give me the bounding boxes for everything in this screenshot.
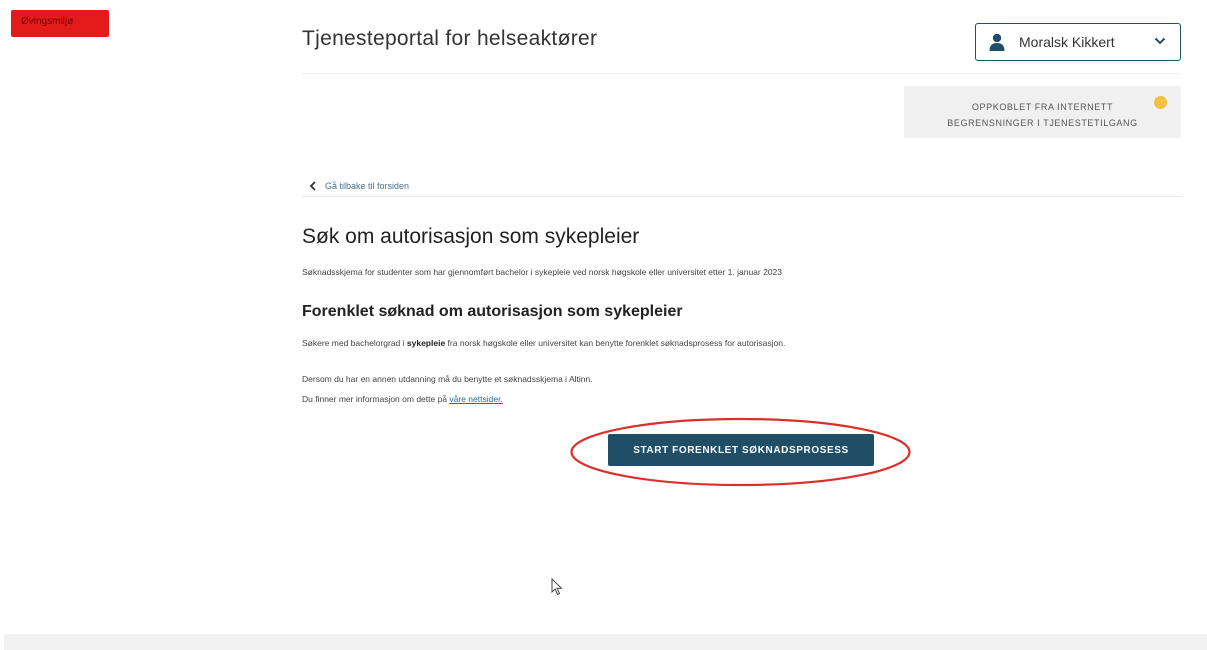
back-link-label: Gå tilbake til forsiden bbox=[325, 181, 410, 191]
portal-title: Tjenesteportal for helseaktører bbox=[302, 27, 598, 50]
status-line-2: BEGRENSNINGER I TJENESTETILGANG bbox=[947, 118, 1138, 128]
header-divider bbox=[302, 73, 1180, 74]
user-name: Moralsk Kikkert bbox=[1019, 34, 1115, 50]
page-title: Søk om autorisasjon som sykepleier bbox=[302, 225, 640, 248]
status-line-1: OPPKOBLET FRA INTERNETT bbox=[971, 102, 1114, 112]
nav-divider bbox=[302, 196, 1182, 197]
person-icon bbox=[989, 33, 1005, 51]
status-indicator-dot bbox=[1154, 96, 1167, 109]
footer-bar bbox=[4, 634, 1207, 650]
more-info-link[interactable]: våre nettsider. bbox=[449, 394, 502, 404]
environment-badge-label: Øvingsmiljø bbox=[21, 16, 74, 27]
emphasis-sykepleie: sykepleie bbox=[406, 338, 446, 348]
other-education-text: Dersom du har en annen utdanning må du b… bbox=[302, 374, 593, 384]
connection-status-panel: OPPKOBLET FRA INTERNETT BEGRENSNINGER I … bbox=[904, 86, 1181, 138]
environment-badge: Øvingsmiljø bbox=[11, 10, 109, 37]
intro-text: Søknadsskjema for studenter som har gjen… bbox=[302, 267, 783, 277]
user-menu-button[interactable]: Moralsk Kikkert bbox=[975, 23, 1181, 61]
chevron-left-icon bbox=[309, 181, 316, 191]
section-title: Forenklet søknad om autorisasjon som syk… bbox=[302, 303, 683, 320]
eligibility-text: Søkere med bachelorgrad i sykepleie fra … bbox=[302, 338, 786, 348]
start-simplified-application-button[interactable]: START FORENKLET SØKNADSPROSESS bbox=[608, 434, 874, 466]
chevron-down-icon bbox=[1154, 37, 1166, 45]
mouse-cursor-icon bbox=[551, 578, 563, 596]
back-to-home-link[interactable]: Gå tilbake til forsiden bbox=[309, 181, 409, 191]
more-info-text: Du finner mer informasjon om dette på vå… bbox=[302, 394, 503, 404]
